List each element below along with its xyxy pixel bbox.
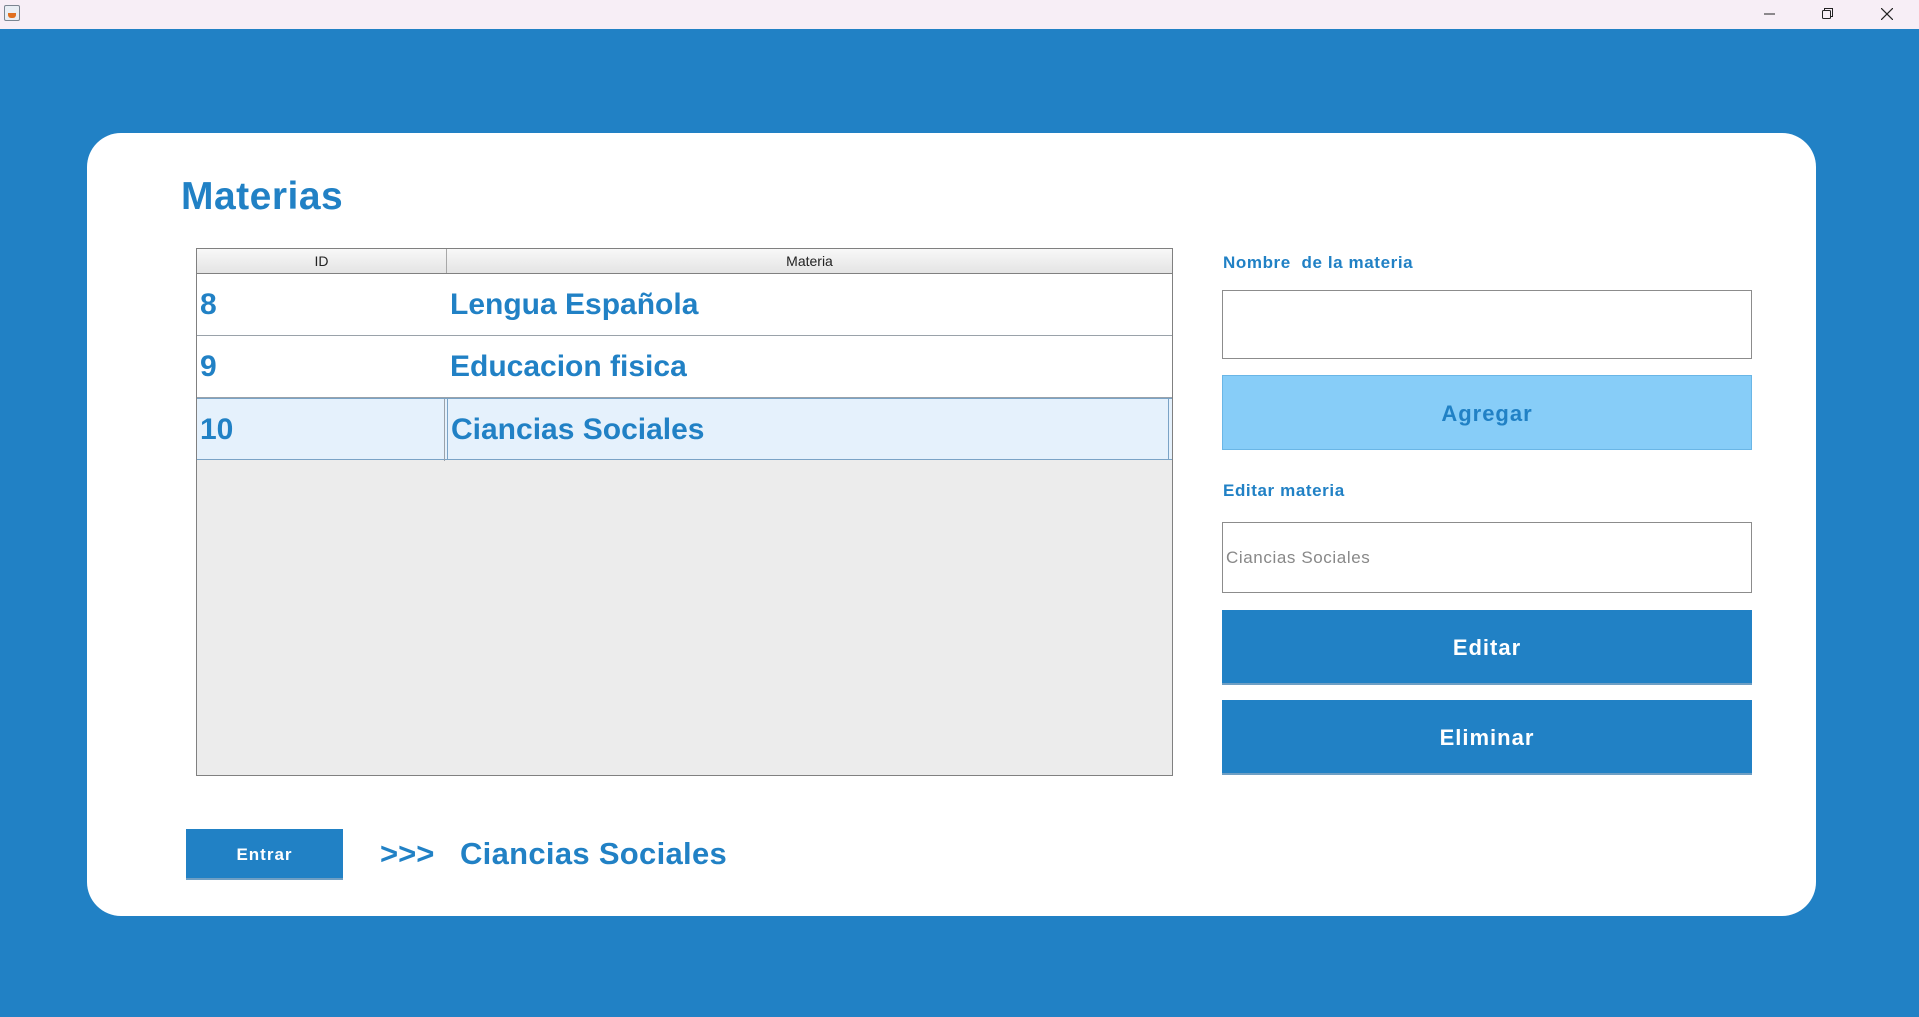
arrows-indicator: >>> bbox=[380, 836, 435, 871]
window-title-bar bbox=[0, 0, 1919, 29]
cell-materia: Ciancias Sociales bbox=[447, 399, 1169, 460]
delete-button[interactable]: Eliminar bbox=[1222, 700, 1752, 775]
java-cup-icon[interactable] bbox=[4, 5, 20, 21]
cell-id: 9 bbox=[200, 350, 217, 383]
table-row-selected[interactable]: 10 Ciancias Sociales bbox=[197, 398, 1172, 461]
current-subject-label: Ciancias Sociales bbox=[460, 836, 728, 871]
table-header: ID Materia bbox=[197, 249, 1172, 274]
column-header-id[interactable]: ID bbox=[197, 249, 447, 273]
edit-subject-input[interactable] bbox=[1222, 522, 1752, 593]
table-row[interactable]: 8 Lengua Española bbox=[197, 274, 1172, 336]
minimize-button[interactable] bbox=[1741, 0, 1799, 29]
subject-name-input[interactable] bbox=[1222, 290, 1752, 359]
edit-subject-label: Editar materia bbox=[1223, 481, 1345, 500]
subject-name-label: Nombre de la materia bbox=[1223, 253, 1414, 272]
close-button[interactable] bbox=[1858, 0, 1916, 29]
restore-button[interactable] bbox=[1799, 0, 1857, 29]
edit-button[interactable]: Editar bbox=[1222, 610, 1752, 685]
column-header-materia[interactable]: Materia bbox=[447, 249, 1172, 273]
cell-id: 10 bbox=[200, 399, 445, 461]
table-row[interactable]: 9 Educacion fisica bbox=[197, 336, 1172, 398]
restore-icon bbox=[1822, 8, 1833, 19]
close-icon bbox=[1881, 8, 1893, 20]
minimize-icon bbox=[1764, 13, 1775, 15]
subjects-table[interactable]: ID Materia 8 Lengua Española 9 Educacion… bbox=[196, 248, 1173, 776]
cell-materia: Lengua Española bbox=[450, 288, 699, 321]
enter-button[interactable]: Entrar bbox=[186, 829, 343, 880]
page-title: Materias bbox=[181, 175, 344, 218]
cell-id: 8 bbox=[200, 288, 217, 321]
cell-materia: Educacion fisica bbox=[450, 350, 687, 383]
add-button[interactable]: Agregar bbox=[1222, 375, 1752, 450]
